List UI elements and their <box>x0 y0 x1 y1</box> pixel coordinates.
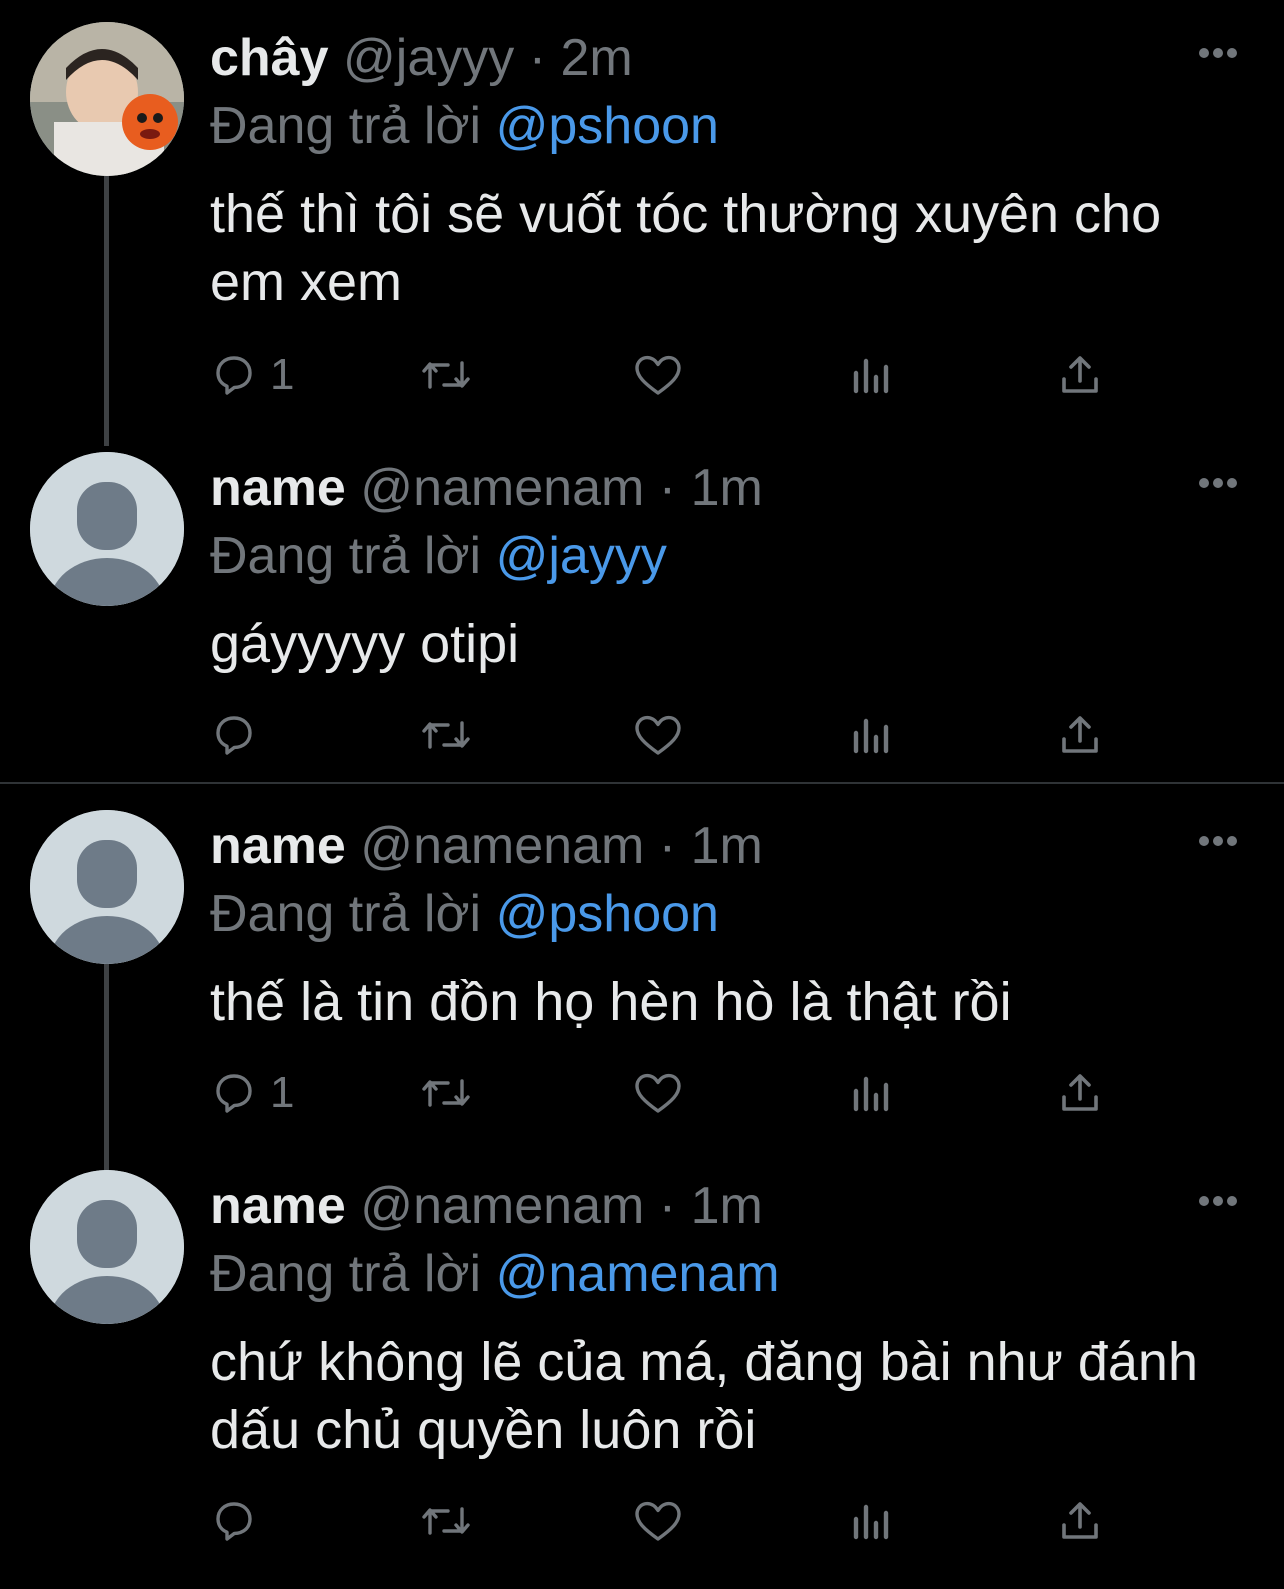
tweet-header: chây @jayyy · 2m <box>210 28 633 88</box>
thread-line <box>104 176 109 446</box>
tweet[interactable]: name @namenam · 1m Đang trả lời @namenam… <box>0 1148 1284 1589</box>
reply-button[interactable]: 1 <box>210 1068 294 1118</box>
retweet-button[interactable] <box>418 1496 474 1546</box>
reply-count: 1 <box>270 350 295 399</box>
tweet-text: gáyyyyy otipi <box>210 614 520 674</box>
action-bar <box>0 1496 1284 1546</box>
avatar[interactable] <box>30 810 184 964</box>
username-handle[interactable]: @namenam <box>360 1177 644 1235</box>
replying-label: Đang trả lời <box>210 885 482 943</box>
share-icon <box>1056 351 1104 399</box>
heart-icon <box>632 1069 684 1117</box>
views-button[interactable] <box>848 350 892 400</box>
reply-icon <box>210 351 258 399</box>
retweet-icon <box>418 1069 474 1117</box>
heart-icon <box>632 1497 684 1545</box>
separator-dot: · <box>658 459 677 517</box>
tweet[interactable]: chây @jayyy · 2m Đang trả lời @pshoon th… <box>0 0 1284 446</box>
tweet-header: name @namenam · 1m <box>210 1176 763 1236</box>
views-button[interactable] <box>848 710 892 760</box>
timestamp[interactable]: 1m <box>691 459 763 517</box>
heart-icon <box>632 711 684 759</box>
mention-link[interactable]: @jayyy <box>496 527 667 585</box>
share-button[interactable] <box>1056 1496 1104 1546</box>
more-icon[interactable] <box>1198 1194 1238 1208</box>
retweet-icon <box>418 1497 474 1545</box>
views-button[interactable] <box>848 1496 892 1546</box>
username-handle[interactable]: @namenam <box>360 817 644 875</box>
tweet-header: name @namenam · 1m <box>210 458 763 518</box>
reply-count: 1 <box>270 1068 295 1117</box>
views-icon <box>848 1069 892 1117</box>
replying-label: Đang trả lời <box>210 97 482 155</box>
display-name[interactable]: name <box>210 459 346 517</box>
share-button[interactable] <box>1056 710 1104 760</box>
display-name[interactable]: chây <box>210 29 329 87</box>
more-icon[interactable] <box>1198 476 1238 490</box>
tweet[interactable]: name @namenam · 1m Đang trả lời @jayyy g… <box>0 430 1284 780</box>
reply-icon <box>210 1497 258 1545</box>
separator-dot: · <box>658 817 677 875</box>
more-icon[interactable] <box>1198 834 1238 848</box>
avatar[interactable] <box>30 452 184 606</box>
more-icon[interactable] <box>1198 46 1238 60</box>
share-button[interactable] <box>1056 1068 1104 1118</box>
display-name[interactable]: name <box>210 817 346 875</box>
replying-to: Đang trả lời @pshoon <box>210 96 719 156</box>
username-handle[interactable]: @jayyy <box>343 29 514 87</box>
replying-label: Đang trả lời <box>210 1245 482 1303</box>
tweet-text: thế thì tôi sẽ vuốt tóc thường xuyên cho… <box>210 184 1162 312</box>
retweet-button[interactable] <box>418 350 474 400</box>
avatar[interactable] <box>30 1170 184 1324</box>
replying-to: Đang trả lời @namenam <box>210 1244 780 1304</box>
action-bar: 1 <box>0 1068 1284 1118</box>
share-icon <box>1056 1069 1104 1117</box>
share-icon <box>1056 711 1104 759</box>
share-icon <box>1056 1497 1104 1545</box>
tweet-text: thế là tin đồn họ hèn hò là thật rồi <box>210 972 1012 1032</box>
mention-link[interactable]: @pshoon <box>496 885 719 943</box>
separator-dot: · <box>658 1177 677 1235</box>
tweet-text: chứ không lẽ của má, đăng bài như đánh d… <box>210 1332 1198 1460</box>
views-icon <box>848 711 892 759</box>
tweet-header: name @namenam · 1m <box>210 816 763 876</box>
reply-button[interactable]: 1 <box>210 350 294 400</box>
mention-link[interactable]: @namenam <box>496 1245 780 1303</box>
display-name[interactable]: name <box>210 1177 346 1235</box>
views-icon <box>848 351 892 399</box>
tweet[interactable]: name @namenam · 1m Đang trả lời @pshoon … <box>0 788 1284 1174</box>
replying-to: Đang trả lời @jayyy <box>210 526 667 586</box>
like-button[interactable] <box>632 350 684 400</box>
retweet-button[interactable] <box>418 710 474 760</box>
replying-to: Đang trả lời @pshoon <box>210 884 719 944</box>
share-button[interactable] <box>1056 350 1104 400</box>
timestamp[interactable]: 1m <box>691 1177 763 1235</box>
views-button[interactable] <box>848 1068 892 1118</box>
heart-icon <box>632 351 684 399</box>
reply-button[interactable] <box>210 710 270 760</box>
like-button[interactable] <box>632 1496 684 1546</box>
thread-divider <box>0 782 1284 784</box>
mention-link[interactable]: @pshoon <box>496 97 719 155</box>
retweet-icon <box>418 711 474 759</box>
reply-button[interactable] <box>210 1496 270 1546</box>
timestamp[interactable]: 2m <box>560 29 632 87</box>
retweet-icon <box>418 351 474 399</box>
action-bar <box>0 710 1284 760</box>
views-icon <box>848 1497 892 1545</box>
separator-dot: · <box>528 29 547 87</box>
like-button[interactable] <box>632 710 684 760</box>
timestamp[interactable]: 1m <box>691 817 763 875</box>
action-bar: 1 <box>0 350 1284 400</box>
reply-icon <box>210 711 258 759</box>
avatar[interactable] <box>30 22 184 176</box>
username-handle[interactable]: @namenam <box>360 459 644 517</box>
reply-icon <box>210 1069 258 1117</box>
like-button[interactable] <box>632 1068 684 1118</box>
retweet-button[interactable] <box>418 1068 474 1118</box>
replying-label: Đang trả lời <box>210 527 482 585</box>
